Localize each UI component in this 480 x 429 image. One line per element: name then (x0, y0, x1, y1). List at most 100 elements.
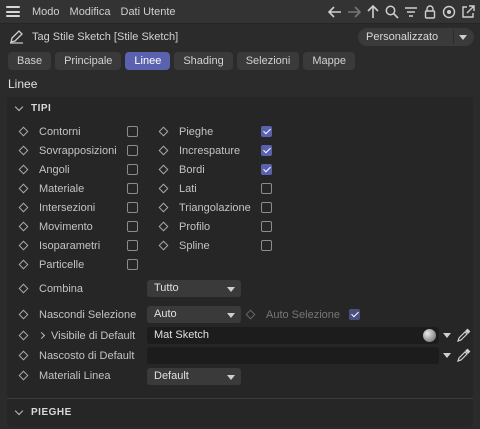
checkbox-isoparametri[interactable] (127, 240, 138, 251)
keyframe-diamond-icon[interactable] (158, 221, 169, 232)
tab-selezioni[interactable]: Selezioni (236, 52, 300, 70)
param-materiale: Materiale (18, 179, 85, 198)
param-auto-selezione: Auto Selezione (245, 305, 340, 324)
tab-linee[interactable]: Linee (125, 52, 171, 70)
visibile-default-link-field[interactable]: Mat Sketch (147, 327, 439, 344)
param-intersezioni: Intersezioni (18, 198, 95, 217)
menu-dati-utente[interactable]: Dati Utente (121, 6, 176, 18)
arrow-right-icon[interactable] (346, 3, 362, 21)
nascondi-selezione-dropdown[interactable]: Auto (147, 306, 241, 323)
keyframe-diamond-icon[interactable] (158, 183, 169, 194)
tab-principale[interactable]: Principale (55, 52, 122, 70)
link-menu-arrow-icon[interactable] (443, 353, 451, 358)
search-icon[interactable] (384, 3, 400, 21)
checkbox-movimento[interactable] (127, 221, 138, 232)
preset-separator (453, 30, 454, 44)
keyframe-diamond-icon[interactable] (18, 309, 29, 320)
chevron-down-icon (227, 313, 235, 318)
checkbox-intersezioni[interactable] (127, 202, 138, 213)
keyframe-diamond-icon[interactable] (158, 145, 169, 156)
param-label: Angoli (39, 163, 70, 176)
param-label: Combina (39, 282, 84, 295)
preset-value: Personalizzato (366, 31, 439, 43)
target-icon[interactable] (441, 3, 457, 21)
param-movimento: Movimento (18, 217, 93, 236)
keyframe-diamond-icon[interactable] (18, 221, 29, 232)
keyframe-diamond-icon[interactable] (158, 240, 169, 251)
param-spline: Spline (158, 236, 210, 255)
param-angoli: Angoli (18, 160, 70, 179)
eyedropper-icon[interactable] (457, 348, 471, 365)
tab-base[interactable]: Base (8, 52, 52, 70)
keyframe-diamond-icon[interactable] (18, 330, 29, 341)
hamburger-menu-icon[interactable] (6, 6, 20, 17)
arrow-left-icon[interactable] (327, 3, 343, 21)
nascondi-selezione-value: Auto (154, 308, 177, 320)
checkbox-materiale[interactable] (127, 183, 138, 194)
group-pieghe-header[interactable]: PIEGHE (14, 406, 72, 418)
param-label: Auto Selezione (266, 308, 340, 321)
param-bordi: Bordi (158, 160, 205, 179)
group-tipi-label: TIPI (31, 103, 52, 114)
checkbox-contorni[interactable] (127, 126, 138, 137)
filter-icon[interactable] (403, 3, 419, 21)
arrow-up-icon[interactable] (365, 3, 381, 21)
checkbox-pieghe[interactable] (261, 126, 272, 137)
param-label: Bordi (179, 163, 205, 176)
combina-value: Tutto (154, 282, 179, 294)
tab-bar: Base Principale Linee Shading Selezioni … (8, 52, 355, 70)
expand-chevron-icon[interactable] (37, 331, 46, 340)
param-label: Materiali Linea (39, 369, 111, 382)
menu-modifica[interactable]: Modifica (70, 6, 111, 18)
keyframe-diamond-icon[interactable] (18, 164, 29, 175)
tag-title: Tag Stile Sketch [Stile Sketch] (32, 31, 179, 43)
checkbox-spline[interactable] (261, 240, 272, 251)
keyframe-diamond-icon[interactable] (18, 259, 29, 270)
lock-icon[interactable] (422, 3, 438, 21)
param-nascosto-default: Nascosto di Default (18, 346, 135, 365)
checkbox-lati[interactable] (261, 183, 272, 194)
keyframe-diamond-icon[interactable] (18, 240, 29, 251)
param-combina: Combina (18, 279, 84, 298)
keyframe-diamond-icon[interactable] (158, 126, 169, 137)
keyframe-diamond-icon[interactable] (18, 202, 29, 213)
keyframe-diamond-icon[interactable] (18, 370, 29, 381)
checkbox-triangolazione[interactable] (261, 202, 272, 213)
materiali-linea-value: Default (154, 370, 189, 382)
link-menu-arrow-icon[interactable] (443, 333, 451, 338)
param-visibile-default: Visibile di Default (18, 326, 135, 345)
nascosto-default-link-field[interactable] (147, 347, 439, 364)
checkbox-sovrapposizioni[interactable] (127, 145, 138, 156)
param-label: Nascosto di Default (39, 349, 135, 362)
checkbox-particelle[interactable] (127, 259, 138, 270)
keyframe-diamond-icon[interactable] (18, 126, 29, 137)
keyframe-diamond-icon[interactable] (158, 202, 169, 213)
chevron-down-icon (227, 287, 235, 292)
param-sovrapposizioni: Sovrapposizioni (18, 141, 117, 160)
keyframe-diamond-icon[interactable] (18, 350, 29, 361)
preset-dropdown[interactable]: Personalizzato (358, 28, 474, 46)
new-window-icon[interactable] (460, 3, 476, 21)
checkbox-profilo[interactable] (261, 221, 272, 232)
eyedropper-icon[interactable] (457, 328, 471, 345)
chevron-down-icon (459, 35, 467, 40)
keyframe-diamond-icon[interactable] (18, 283, 29, 294)
keyframe-diamond-icon[interactable] (158, 164, 169, 175)
chevron-down-icon (14, 406, 24, 416)
param-label: Movimento (39, 220, 93, 233)
param-isoparametri: Isoparametri (18, 236, 100, 255)
checkbox-increspature[interactable] (261, 145, 272, 156)
combina-dropdown[interactable]: Tutto (147, 280, 241, 297)
tab-mappe[interactable]: Mappe (303, 52, 355, 70)
group-tipi-header[interactable]: TIPI (14, 102, 52, 114)
menu-modo[interactable]: Modo (32, 6, 60, 18)
tab-shading[interactable]: Shading (174, 52, 233, 70)
checkbox-bordi[interactable] (261, 164, 272, 175)
visibile-default-value: Mat Sketch (154, 329, 210, 341)
checkbox-angoli[interactable] (127, 164, 138, 175)
materiali-linea-dropdown[interactable]: Default (147, 368, 241, 385)
param-label: Materiale (39, 182, 85, 195)
keyframe-diamond-icon[interactable] (18, 183, 29, 194)
keyframe-diamond-icon[interactable] (18, 145, 29, 156)
menubar: Modo Modifica Dati Utente (0, 0, 480, 24)
